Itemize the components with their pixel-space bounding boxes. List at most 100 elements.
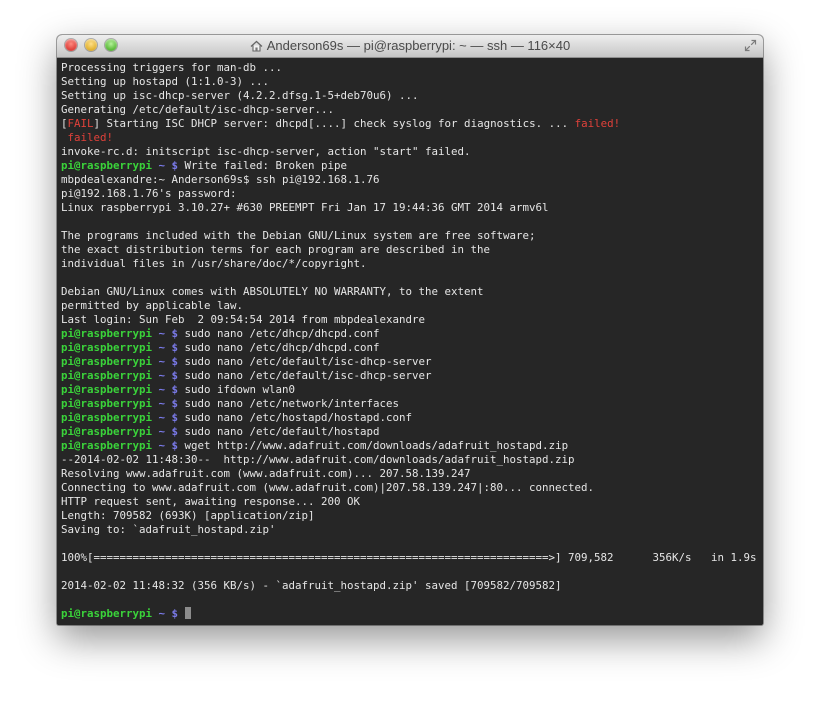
line-text: Saving to: `adafruit_hostapd.zip' xyxy=(61,523,276,536)
prompt-user: pi@raspberrypi xyxy=(61,341,153,354)
window-title-text: Anderson69s — pi@raspberrypi: ~ — ssh — … xyxy=(266,38,571,53)
line-text: pi@192.168.1.76's password: xyxy=(61,187,237,200)
line-text: Processing triggers for man-db ... xyxy=(61,61,283,74)
terminal-line: pi@raspberrypi ~ $ sudo ifdown wlan0 xyxy=(61,383,763,397)
terminal-line: Setting up hostapd (1:1.0-3) ... xyxy=(61,75,763,89)
terminal-line: the exact distribution terms for each pr… xyxy=(61,243,763,257)
terminal-line: --2014-02-02 11:48:30-- http://www.adafr… xyxy=(61,453,763,467)
terminal-line: invoke-rc.d: initscript isc-dhcp-server,… xyxy=(61,145,763,159)
command-text: sudo nano /etc/default/isc-dhcp-server xyxy=(178,355,432,368)
terminal-line: The programs included with the Debian GN… xyxy=(61,229,763,243)
prompt-user: pi@raspberrypi xyxy=(61,327,153,340)
line-text: mbpdealexandre:~ Anderson69s$ ssh pi@192… xyxy=(61,173,380,186)
terminal-line: Debian GNU/Linux comes with ABSOLUTELY N… xyxy=(61,285,763,299)
command-text: wget http://www.adafruit.com/downloads/a… xyxy=(178,439,569,452)
terminal-line: Processing triggers for man-db ... xyxy=(61,61,763,75)
terminal-line: Length: 709582 (693K) [application/zip] xyxy=(61,509,763,523)
line-text: Generating /etc/default/isc-dhcp-server.… xyxy=(61,103,335,116)
terminal-line: pi@raspberrypi ~ $ Write failed: Broken … xyxy=(61,159,763,173)
terminal-line: [FAIL] Starting ISC DHCP server: dhcpd[.… xyxy=(61,117,763,131)
prompt-user: pi@raspberrypi xyxy=(61,411,153,424)
line-text: Debian GNU/Linux comes with ABSOLUTELY N… xyxy=(61,285,484,298)
prompt-path: ~ $ xyxy=(158,327,179,340)
terminal-line: HTTP request sent, awaiting response... … xyxy=(61,495,763,509)
terminal-line: pi@raspberrypi ~ $ sudo nano /etc/dhcp/d… xyxy=(61,327,763,341)
prompt-path: ~ $ xyxy=(158,607,179,620)
prompt-path: ~ $ xyxy=(158,341,179,354)
terminal-line: permitted by applicable law. xyxy=(61,299,763,313)
line-text: Setting up hostapd (1:1.0-3) ... xyxy=(61,75,270,88)
prompt-user: pi@raspberrypi xyxy=(61,383,153,396)
line-text: Length: 709582 (693K) [application/zip] xyxy=(61,509,315,522)
terminal-line: Linux raspberrypi 3.10.27+ #630 PREEMPT … xyxy=(61,201,763,215)
command-text: sudo nano /etc/dhcp/dhcpd.conf xyxy=(178,341,380,354)
fail-message: Starting ISC DHCP server: dhcpd[....] ch… xyxy=(100,117,575,130)
terminal-line: individual files in /usr/share/doc/*/cop… xyxy=(61,257,763,271)
terminal-line: pi@192.168.1.76's password: xyxy=(61,187,763,201)
command-text: sudo ifdown wlan0 xyxy=(178,383,296,396)
terminal-line: pi@raspberrypi ~ $ sudo nano /etc/defaul… xyxy=(61,355,763,369)
cursor xyxy=(184,607,191,619)
command-text: sudo nano /etc/default/isc-dhcp-server xyxy=(178,369,432,382)
terminal-line: Generating /etc/default/isc-dhcp-server.… xyxy=(61,103,763,117)
command-text: sudo nano /etc/default/hostapd xyxy=(178,425,380,438)
terminal-output[interactable]: Processing triggers for man-db ... Settin… xyxy=(57,58,763,625)
prompt-user: pi@raspberrypi xyxy=(61,397,153,410)
terminal-line: pi@raspberrypi ~ $ sudo nano /etc/defaul… xyxy=(61,425,763,439)
line-text: HTTP request sent, awaiting response... … xyxy=(61,495,361,508)
line-text: --2014-02-02 11:48:30-- http://www.adafr… xyxy=(61,453,575,466)
terminal-line: Last login: Sun Feb 2 09:54:54 2014 from… xyxy=(61,313,763,327)
command-text: Write failed: Broken pipe xyxy=(178,159,348,172)
line-text: Setting up isc-dhcp-server (4.2.2.dfsg.1… xyxy=(61,89,419,102)
command-text: sudo nano /etc/hostapd/hostapd.conf xyxy=(178,411,413,424)
prompt-user: pi@raspberrypi xyxy=(61,355,153,368)
line-text: permitted by applicable law. xyxy=(61,299,244,312)
terminal-line: 100%[===================================… xyxy=(61,551,763,565)
prompt-path: ~ $ xyxy=(158,159,179,172)
prompt-path: ~ $ xyxy=(158,397,179,410)
terminal-line: pi@raspberrypi ~ $ sudo nano /etc/dhcp/d… xyxy=(61,341,763,355)
line-text: invoke-rc.d: initscript isc-dhcp-server,… xyxy=(61,145,471,158)
prompt-user: pi@raspberrypi xyxy=(61,425,153,438)
fail-label: FAIL xyxy=(67,117,94,130)
prompt-user: pi@raspberrypi xyxy=(61,607,153,620)
terminal-line: pi@raspberrypi ~ $ sudo nano /etc/networ… xyxy=(61,397,763,411)
failed-status: failed! xyxy=(574,117,621,130)
terminal-line: Connecting to www.adafruit.com (www.adaf… xyxy=(61,481,763,495)
command-text: sudo nano /etc/dhcp/dhcpd.conf xyxy=(178,327,380,340)
prompt-path: ~ $ xyxy=(158,369,179,382)
home-icon xyxy=(250,40,263,52)
prompt-path: ~ $ xyxy=(158,355,179,368)
line-text: the exact distribution terms for each pr… xyxy=(61,243,491,256)
error-text: failed! xyxy=(61,131,114,144)
window-title: Anderson69s — pi@raspberrypi: ~ — ssh — … xyxy=(57,38,763,53)
terminal-line: failed! xyxy=(61,131,763,145)
prompt-user: pi@raspberrypi xyxy=(61,439,153,452)
prompt-path: ~ $ xyxy=(158,439,179,452)
fullscreen-icon[interactable] xyxy=(744,39,757,52)
prompt-user: pi@raspberrypi xyxy=(61,369,153,382)
command-text: sudo nano /etc/network/interfaces xyxy=(178,397,400,410)
terminal-line: pi@raspberrypi ~ $ wget http://www.adafr… xyxy=(61,439,763,453)
terminal-line: Saving to: `adafruit_hostapd.zip' xyxy=(61,523,763,537)
prompt-user: pi@raspberrypi xyxy=(61,159,153,172)
line-text: Connecting to www.adafruit.com (www.adaf… xyxy=(61,481,595,494)
prompt-path: ~ $ xyxy=(158,383,179,396)
line-text: 100%[===================================… xyxy=(61,551,757,564)
terminal-line: 2014-02-02 11:48:32 (356 KB/s) - `adafru… xyxy=(61,579,763,593)
terminal-line: Resolving www.adafruit.com (www.adafruit… xyxy=(61,467,763,481)
terminal-window: Anderson69s — pi@raspberrypi: ~ — ssh — … xyxy=(57,35,763,625)
line-text: Last login: Sun Feb 2 09:54:54 2014 from… xyxy=(61,313,426,326)
line-text: The programs included with the Debian GN… xyxy=(61,229,536,242)
title-bar[interactable]: Anderson69s — pi@raspberrypi: ~ — ssh — … xyxy=(57,35,763,58)
terminal-line: pi@raspberrypi ~ $ sudo nano /etc/hostap… xyxy=(61,411,763,425)
terminal-line: Setting up isc-dhcp-server (4.2.2.dfsg.1… xyxy=(61,89,763,103)
terminal-line: pi@raspberrypi ~ $ sudo nano /etc/defaul… xyxy=(61,369,763,383)
terminal-line: mbpdealexandre:~ Anderson69s$ ssh pi@192… xyxy=(61,173,763,187)
terminal-line: pi@raspberrypi ~ $ xyxy=(61,607,763,621)
line-text: Linux raspberrypi 3.10.27+ #630 PREEMPT … xyxy=(61,201,549,214)
